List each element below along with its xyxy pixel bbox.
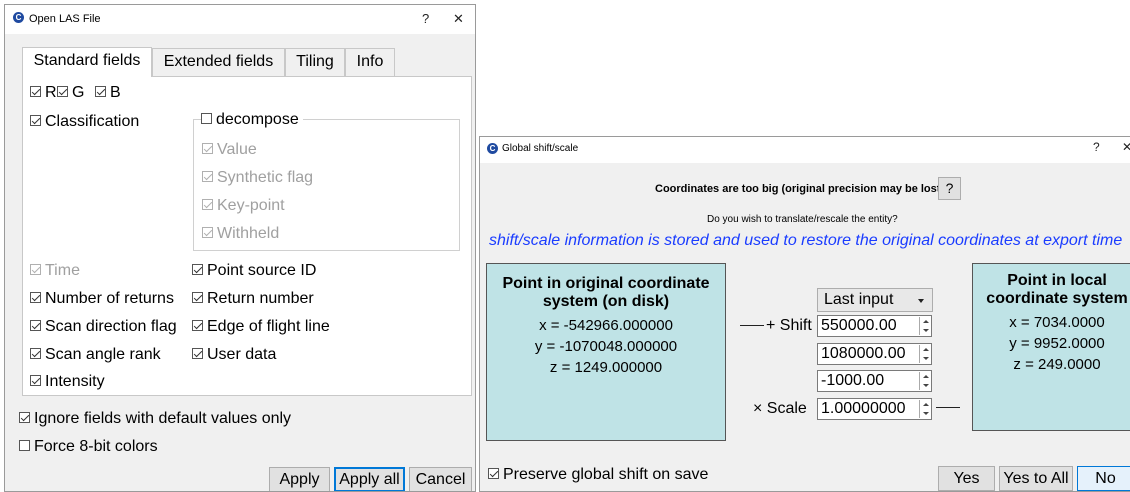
tab-extended-fields[interactable]: Extended fields: [152, 48, 285, 76]
global-shift-dialog: C Global shift/scale ? ✕ Coordinates are…: [479, 136, 1130, 492]
shift-label: + Shift: [766, 317, 812, 334]
checkbox-scan-direction-flag[interactable]: Scan direction flag: [30, 317, 177, 337]
yes-button[interactable]: Yes: [938, 466, 995, 491]
original-x: x = -542966.000000: [539, 317, 673, 334]
tab-tiling[interactable]: Tiling: [285, 48, 345, 76]
checkbox-box: [30, 264, 41, 275]
connector-line-left: [740, 325, 764, 326]
shift-preset-value: Last input: [824, 291, 894, 308]
tab-standard-fields[interactable]: Standard fields: [22, 47, 152, 77]
checkbox-intensity[interactable]: Intensity: [30, 372, 105, 392]
checkbox-user-data[interactable]: User data: [192, 345, 276, 365]
checkbox-preserve-global-shift[interactable]: Preserve global shift on save: [488, 465, 708, 485]
warning-help-button[interactable]: ?: [938, 177, 961, 200]
checkbox-decompose[interactable]: decompose: [201, 110, 303, 130]
checkbox-synthetic-flag[interactable]: Synthetic flag: [202, 168, 313, 188]
cloudcompare-logo-icon: C: [487, 143, 498, 154]
checkbox-box: [192, 292, 203, 303]
checkbox-box: [192, 320, 203, 331]
chevron-down-icon: [918, 299, 924, 303]
checkbox-number-of-returns[interactable]: Number of returns: [30, 289, 174, 309]
local-y: y = 9952.0000: [1009, 335, 1105, 352]
checkbox-ignore-default-values[interactable]: Ignore fields with default values only: [19, 409, 291, 429]
yes-to-all-button[interactable]: Yes to All: [999, 466, 1073, 491]
shift-x-input[interactable]: 550000.00: [817, 315, 932, 337]
original-y: y = -1070048.000000: [534, 338, 678, 355]
spin-arrows-icon[interactable]: [919, 400, 930, 418]
checkbox-box: [202, 143, 213, 154]
original-box-title: Point in original coordinate system (on …: [502, 275, 710, 310]
checkbox-point-source-id[interactable]: Point source ID: [192, 261, 316, 281]
cancel-button[interactable]: Cancel: [409, 467, 472, 491]
spin-arrows-icon[interactable]: [919, 345, 930, 363]
checkbox-box: [57, 86, 68, 97]
shift-preset-select[interactable]: Last input: [817, 288, 933, 312]
cloudcompare-logo-icon: C: [13, 12, 24, 23]
las-help-button[interactable]: ?: [422, 11, 429, 26]
checkbox-return-number[interactable]: Return number: [192, 289, 314, 309]
shift-z-input[interactable]: -1000.00: [817, 370, 932, 392]
checkbox-box: [192, 348, 203, 359]
checkbox-box: [192, 264, 203, 275]
checkbox-box: [30, 292, 41, 303]
apply-button[interactable]: Apply: [269, 467, 330, 491]
shift-close-button[interactable]: ✕: [1122, 140, 1130, 154]
spin-arrows-icon[interactable]: [919, 372, 930, 390]
local-z: z = 249.0000: [1013, 356, 1101, 373]
scale-label: × Scale: [753, 400, 807, 417]
local-box-title: Point in local coordinate system: [986, 272, 1128, 307]
checkbox-withheld[interactable]: Withheld: [202, 224, 279, 244]
checkbox-classification[interactable]: Classification: [30, 112, 139, 132]
shift-titlebar: C Global shift/scale ? ✕: [480, 137, 1130, 163]
shift-y-input[interactable]: 1080000.00: [817, 343, 932, 365]
checkbox-box: [30, 348, 41, 359]
checkbox-box: [201, 113, 212, 124]
checkbox-box: [30, 320, 41, 331]
no-button[interactable]: No: [1077, 466, 1130, 491]
local-x: x = 7034.0000: [1009, 314, 1105, 331]
apply-all-button[interactable]: Apply all: [334, 467, 405, 491]
open-las-dialog: C Open LAS File ? ✕ Standard fields Exte…: [4, 4, 476, 492]
checkbox-box: [19, 412, 30, 423]
scale-input[interactable]: 1.00000000: [817, 398, 932, 420]
spin-arrows-icon[interactable]: [919, 317, 930, 335]
local-coordinates-box: Point in local coordinate system x = 703…: [972, 263, 1130, 431]
precision-warning-text: Coordinates are too big (original precis…: [655, 183, 948, 195]
checkbox-g[interactable]: G: [57, 83, 84, 103]
checkbox-edge-of-flight-line[interactable]: Edge of flight line: [192, 317, 330, 337]
checkbox-box: [30, 115, 41, 126]
checkbox-box: [202, 227, 213, 238]
shift-info-text: shift/scale information is stored and us…: [489, 232, 1123, 249]
checkbox-r[interactable]: R: [30, 83, 57, 103]
shift-window-title: Global shift/scale: [502, 143, 579, 154]
checkbox-box: [202, 199, 213, 210]
las-window-title: Open LAS File: [29, 13, 101, 25]
shift-help-button[interactable]: ?: [1093, 140, 1100, 154]
checkbox-box: [488, 468, 499, 479]
checkbox-box: [30, 375, 41, 386]
las-close-button[interactable]: ✕: [453, 11, 464, 27]
las-titlebar: C Open LAS File ? ✕: [5, 5, 475, 34]
checkbox-box: [95, 86, 106, 97]
tab-info[interactable]: Info: [345, 48, 395, 76]
checkbox-box: [202, 171, 213, 182]
checkbox-scan-angle-rank[interactable]: Scan angle rank: [30, 345, 161, 365]
original-coordinates-box: Point in original coordinate system (on …: [486, 263, 726, 441]
checkbox-key-point[interactable]: Key-point: [202, 196, 285, 216]
checkbox-force-8bit-colors[interactable]: Force 8-bit colors: [19, 437, 158, 457]
checkbox-value[interactable]: Value: [202, 140, 257, 160]
checkbox-time[interactable]: Time: [30, 261, 80, 281]
checkbox-box: [19, 440, 30, 451]
original-z: z = 1249.000000: [549, 359, 663, 376]
checkbox-box: [30, 86, 41, 97]
translate-question-text: Do you wish to translate/rescale the ent…: [707, 214, 898, 225]
connector-line-right: [936, 407, 960, 408]
checkbox-b[interactable]: B: [95, 83, 121, 103]
